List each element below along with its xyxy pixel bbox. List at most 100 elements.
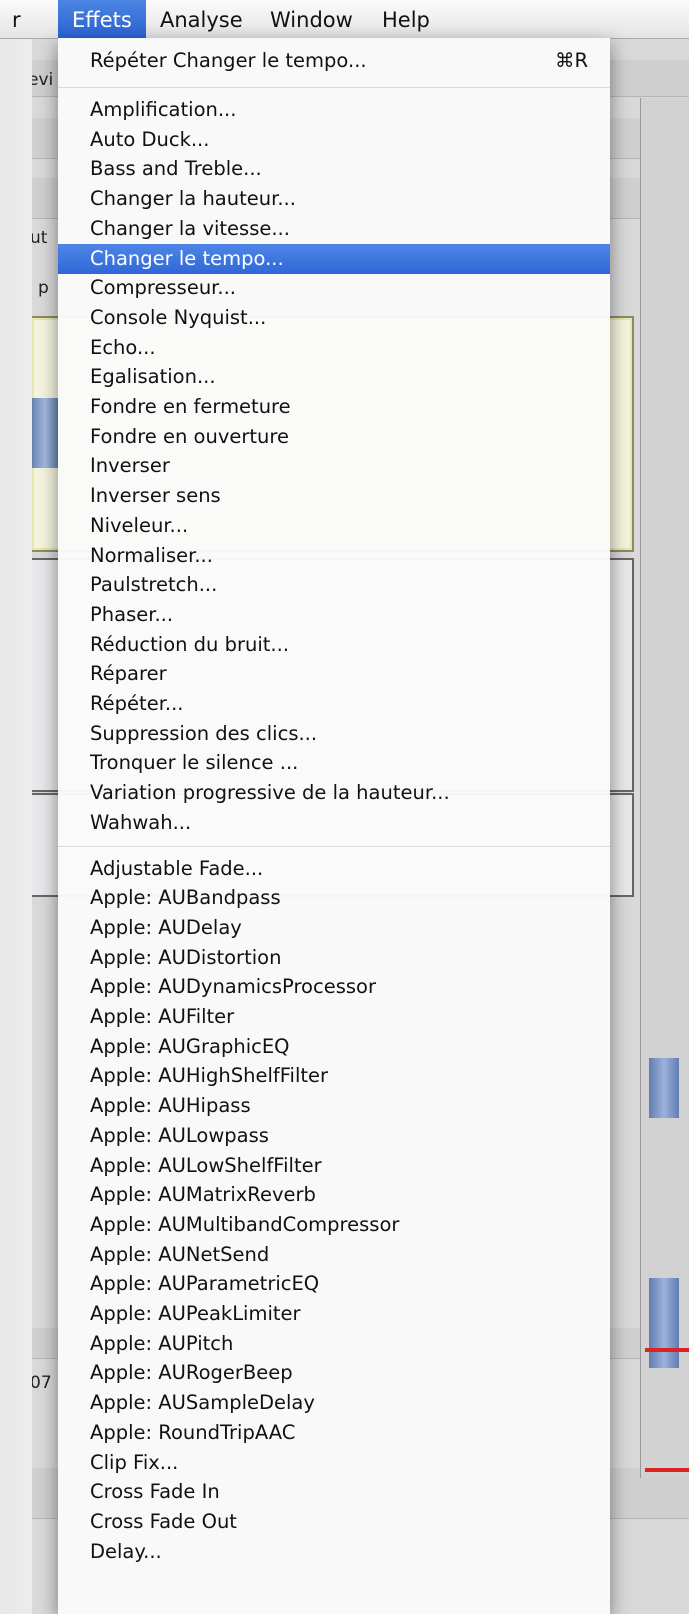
- menu-item-label: Normaliser...: [90, 543, 213, 567]
- menu-item[interactable]: Apple: AUDynamicsProcessor: [58, 972, 610, 1002]
- right-panel: [640, 98, 689, 1478]
- menu-item[interactable]: Echo...: [58, 333, 610, 363]
- menu-item[interactable]: Apple: AURogerBeep: [58, 1358, 610, 1388]
- menu-item-label: Egalisation...: [90, 365, 216, 389]
- menu-item[interactable]: Apple: AUDistortion: [58, 943, 610, 973]
- menu-item[interactable]: Tronquer le silence ...: [58, 748, 610, 778]
- menu-item[interactable]: Apple: AUDelay: [58, 913, 610, 943]
- menu-item-label: Inverser sens: [90, 484, 221, 508]
- menu-item-label: Apple: AUFilter: [90, 1005, 235, 1028]
- menu-item-label: Wahwah...: [90, 810, 192, 834]
- menu-item[interactable]: Compresseur...: [58, 273, 610, 303]
- menu-item[interactable]: Cross Fade In: [58, 1477, 610, 1507]
- menu-item-label: Apple: AURogerBeep: [90, 1361, 293, 1385]
- menu-item-label: Delay...: [90, 1539, 162, 1563]
- menu-item[interactable]: Paulstretch...: [58, 570, 610, 600]
- menu-separator: [58, 845, 610, 847]
- menu-item[interactable]: Apple: AUMatrixReverb: [58, 1180, 610, 1210]
- menu-item[interactable]: Changer le tempo...: [58, 243, 610, 274]
- menu-item-label: Apple: AUParametricEQ: [90, 1272, 320, 1296]
- menu-item-label: Apple: RoundTripAAC: [90, 1420, 296, 1444]
- menu-item-label: Apple: AUBandpass: [90, 886, 281, 910]
- menu-item[interactable]: Normaliser...: [58, 541, 610, 571]
- menu-item-label: Echo...: [90, 335, 156, 359]
- menu-item[interactable]: Réduction du bruit...: [58, 630, 610, 660]
- menu-item[interactable]: Apple: AUHighShelfFilter: [58, 1061, 610, 1091]
- menu-item[interactable]: Bass and Treble...: [58, 154, 610, 184]
- menu-item[interactable]: Apple: RoundTripAAC: [58, 1418, 610, 1448]
- menu-item[interactable]: Adjustable Fade...: [58, 854, 610, 884]
- menu-item[interactable]: Clip Fix...: [58, 1448, 610, 1478]
- menu-item[interactable]: Auto Duck...: [58, 125, 610, 155]
- menu-window[interactable]: Window: [270, 0, 353, 38]
- menu-item[interactable]: Répéter...: [58, 689, 610, 719]
- menu-item[interactable]: Variation progressive de la hauteur...: [58, 778, 610, 808]
- menu-item[interactable]: Apple: AUPitch: [58, 1329, 610, 1359]
- menu-item[interactable]: Apple: AUSampleDelay: [58, 1388, 610, 1418]
- menu-item[interactable]: Egalisation...: [58, 362, 610, 392]
- menu-item-label: Apple: AUPeakLimiter: [90, 1302, 301, 1325]
- menu-item-label: Apple: AULowShelfFilter: [90, 1153, 322, 1177]
- menu-item-label: Suppression des clics...: [90, 721, 318, 745]
- menu-item[interactable]: Wahwah...: [58, 808, 610, 838]
- menu-item[interactable]: Apple: AUGraphicEQ: [58, 1032, 610, 1062]
- menu-item-label: Fondre en fermeture: [90, 395, 291, 418]
- menu-item-label: Changer le tempo...: [90, 246, 284, 270]
- menu-item[interactable]: Apple: AUBandpass: [58, 883, 610, 913]
- menu-item-label: Répéter Changer le tempo...: [90, 49, 367, 72]
- menu-item-label: Apple: AUGraphicEQ: [90, 1034, 290, 1058]
- menu-separator: [58, 87, 610, 88]
- menu-item[interactable]: Apple: AUHipass: [58, 1091, 610, 1121]
- menu-item[interactable]: Apple: AULowpass: [58, 1121, 610, 1151]
- timeline-fragment: p: [38, 278, 49, 298]
- menu-item-label: Apple: AUDelay: [90, 915, 242, 939]
- menu-item[interactable]: Apple: AUNetSend: [58, 1240, 610, 1270]
- menu-item[interactable]: Amplification...: [58, 95, 610, 125]
- menu-item-label: Cross Fade Out: [90, 1509, 237, 1533]
- menu-item[interactable]: Console Nyquist...: [58, 303, 610, 333]
- menu-item[interactable]: Niveleur...: [58, 511, 610, 541]
- menu-item[interactable]: Suppression des clics...: [58, 719, 610, 749]
- menu-item-label: Apple: AUMultibandCompressor: [90, 1212, 400, 1236]
- menu-item-label: Paulstretch...: [90, 573, 218, 597]
- time-readout-fragment: 07: [30, 1373, 52, 1393]
- menu-effets[interactable]: Effets: [58, 0, 146, 38]
- menu-item-label: Niveleur...: [90, 513, 189, 537]
- menu-item-label: Variation progressive de la hauteur...: [90, 781, 450, 805]
- menu-item-label: Apple: AULowpass: [90, 1123, 269, 1147]
- menu-fichier-partial[interactable]: r: [12, 0, 21, 38]
- menu-item[interactable]: Réparer: [58, 659, 610, 689]
- menu-item-label: Fondre en ouverture: [90, 424, 289, 448]
- menu-item-label: Réparer: [90, 662, 167, 686]
- menu-item[interactable]: Fondre en ouverture: [58, 422, 610, 452]
- menu-item-label: Console Nyquist...: [90, 305, 267, 329]
- waveform: [32, 398, 58, 468]
- menu-item[interactable]: Apple: AUParametricEQ: [58, 1269, 610, 1299]
- menu-analyse[interactable]: Analyse: [160, 0, 243, 38]
- menu-item[interactable]: Fondre en fermeture: [58, 392, 610, 422]
- menu-item-label: Compresseur...: [90, 276, 237, 300]
- menu-item[interactable]: Apple: AULowShelfFilter: [58, 1151, 610, 1181]
- menu-item-label: Clip Fix...: [90, 1450, 179, 1474]
- menu-item[interactable]: Inverser sens: [58, 481, 610, 511]
- menu-item-label: Inverser: [90, 454, 170, 478]
- menu-item-label: Adjustable Fade...: [90, 856, 264, 880]
- menu-item-label: Réduction du bruit...: [90, 632, 290, 656]
- toolbar-label-fragment: ut: [30, 228, 48, 248]
- menu-item[interactable]: Inverser: [58, 451, 610, 481]
- menu-item-repeat-last-effect[interactable]: Répéter Changer le tempo... ⌘R: [58, 46, 610, 76]
- menu-item[interactable]: Apple: AUPeakLimiter: [58, 1299, 610, 1329]
- menu-item-label: Apple: AUPitch: [90, 1331, 234, 1355]
- menubar: r Effets Analyse Window Help: [0, 0, 689, 39]
- menu-help[interactable]: Help: [382, 0, 430, 38]
- menu-item[interactable]: Cross Fade Out: [58, 1507, 610, 1537]
- menu-item-label: Répéter...: [90, 692, 184, 715]
- window-edge: [0, 38, 32, 1614]
- menu-item-label: Apple: AUMatrixReverb: [90, 1183, 316, 1207]
- menu-item[interactable]: Phaser...: [58, 600, 610, 630]
- menu-item[interactable]: Apple: AUFilter: [58, 1002, 610, 1032]
- menu-item[interactable]: Changer la hauteur...: [58, 184, 610, 214]
- menu-item[interactable]: Delay...: [58, 1537, 610, 1567]
- menu-item[interactable]: Changer la vitesse...: [58, 214, 610, 244]
- menu-item[interactable]: Apple: AUMultibandCompressor: [58, 1210, 610, 1240]
